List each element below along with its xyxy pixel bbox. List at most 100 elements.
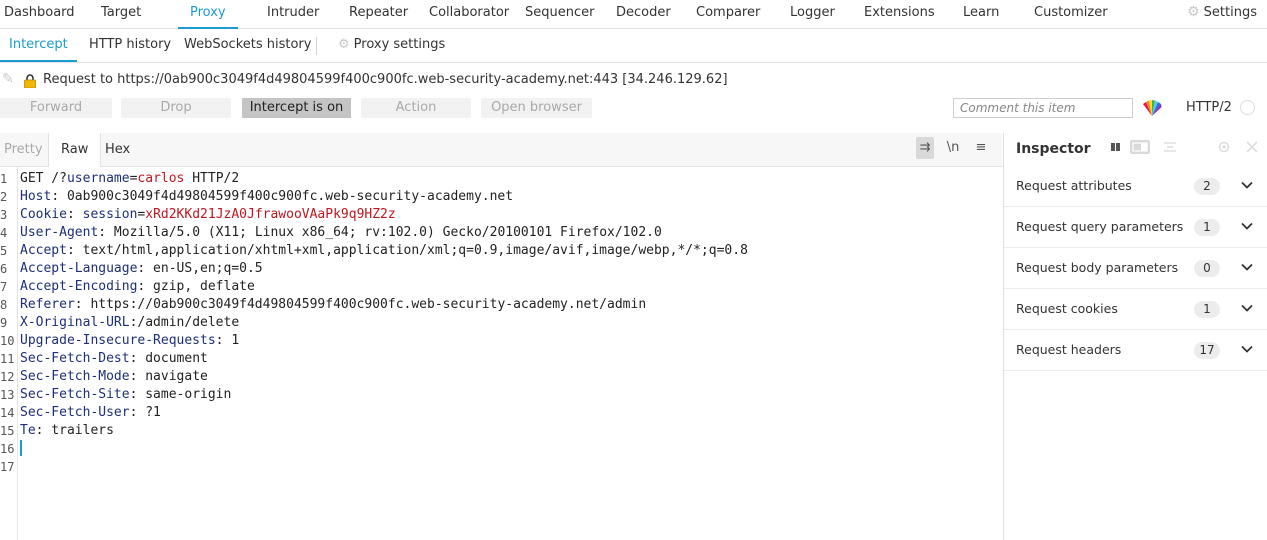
http-method: GET [20,171,44,186]
header-value: en-US,en;q=0.5 [145,261,263,276]
header-line: Sec-Fetch-User: ?1 [20,405,161,420]
chevron-down-icon[interactable] [1240,301,1254,315]
header-value: trailers [43,423,114,438]
action-button[interactable]: Action [361,98,471,118]
align-icon[interactable] [1160,140,1180,154]
inspector-panel: Inspector Request attributes 2 Request q… [1003,133,1267,540]
tab-pretty[interactable]: Pretty [4,133,43,166]
header-line: Host: 0ab900c3049f4d49804599f400c900fc.w… [20,189,514,204]
line-number: 6 [0,262,8,276]
header-value: navigate [137,369,208,384]
inspector-section-query-parameters[interactable]: Request query parameters 1 [1004,207,1267,248]
line-number: 4 [0,226,8,240]
tab-logger[interactable]: Logger [790,0,835,27]
header-name: Cookie [20,207,67,222]
chevron-down-icon[interactable] [1240,342,1254,356]
tab-decoder[interactable]: Decoder [616,0,671,27]
request-line: GET /?username=carlos HTTP/2 [20,170,239,188]
count-badge: 1 [1194,301,1220,318]
layout-columns-icon[interactable] [1108,140,1128,154]
line-number: 2 [0,190,8,204]
inspector-section-headers[interactable]: Request headers 17 [1004,330,1267,371]
tab-repeater[interactable]: Repeater [349,0,408,27]
cookie-name: session [74,207,138,222]
header-line: Sec-Fetch-Site: same-origin [20,387,232,402]
tab-intercept[interactable]: Intercept [0,29,77,62]
header-name: X-Original-URL [20,315,130,330]
show-newlines-toggle[interactable]: \n [944,137,962,159]
query-param-name: username [66,171,130,186]
header-name: Te [20,423,36,438]
tab-intruder[interactable]: Intruder [267,0,319,27]
request-target-info: Request to https://0ab900c3049f4d4980459… [43,72,728,87]
line-number: 13 [0,388,15,402]
intercept-toggle-button[interactable]: Intercept is on [242,98,351,118]
header-name: Sec-Fetch-Mode [20,369,130,384]
proxy-settings-button[interactable]: ⚙ Proxy settings [338,29,445,60]
header-line: Te: trailers [20,423,114,438]
section-label: Request query parameters [1016,219,1184,234]
chevron-down-icon[interactable] [1240,178,1254,192]
drop-button[interactable]: Drop [121,98,231,118]
inspector-section-body-parameters[interactable]: Request body parameters 0 [1004,248,1267,289]
header-name: Accept-Language [20,261,138,276]
line-number: 9 [0,316,8,330]
tab-customizer[interactable]: Customizer [1034,0,1108,27]
help-icon[interactable] [1240,100,1255,115]
count-badge: 17 [1194,342,1220,359]
open-browser-button[interactable]: Open browser [481,98,592,118]
word-wrap-icon[interactable]: ⇉ [916,137,934,159]
line-number: 16 [0,442,15,456]
tab-comparer[interactable]: Comparer [696,0,760,27]
line-number: 17 [0,460,15,474]
tab-dashboard[interactable]: Dashboard [4,0,75,27]
header-value: 1 [223,333,240,348]
comment-input[interactable] [953,98,1133,118]
inspector-section-request-attributes[interactable]: Request attributes 2 [1004,166,1267,207]
http-version-label: HTTP/2 [1186,100,1232,115]
request-editor[interactable]: 1 GET /?username=carlos HTTP/2 2 Host: 0… [0,167,1002,540]
header-line: Sec-Fetch-Dest: document [20,351,208,366]
tab-websockets-history[interactable]: WebSockets history [184,29,311,60]
line-number: 10 [0,334,15,348]
header-name: Sec-Fetch-Site [20,387,130,402]
header-name: Host [20,189,52,204]
inspector-section-cookies[interactable]: Request cookies 1 [1004,289,1267,330]
header-line: Upgrade-Insecure-Requests: 1 [20,333,240,348]
query-param-value: carlos [137,171,185,186]
layout-panel-icon[interactable] [1130,140,1150,154]
tab-raw[interactable]: Raw [48,133,102,167]
header-value: https://0ab900c3049f4d49804599f400c900fc… [82,297,647,312]
line-number: 14 [0,406,15,420]
cookie-value: xRd2KKd21JzA0JfrawooVAaPk9q9HZ2z [145,207,396,222]
lock-icon [24,74,36,88]
header-name: Accept-Encoding [20,279,138,294]
header-name: Referer [20,297,75,312]
line-number: 1 [0,172,8,186]
menu-icon[interactable]: ≡ [972,137,990,159]
tab-sequencer[interactable]: Sequencer [525,0,594,27]
tab-http-history[interactable]: HTTP history [89,29,171,60]
tab-target[interactable]: Target [101,0,141,27]
header-line: Sec-Fetch-Mode: navigate [20,369,208,384]
section-label: Request cookies [1016,301,1118,316]
chevron-down-icon[interactable] [1240,219,1254,233]
settings-button[interactable]: ⚙ Settings [1187,0,1257,25]
section-label: Request attributes [1016,178,1132,193]
gear-icon[interactable] [1214,140,1234,154]
chevron-down-icon[interactable] [1240,260,1254,274]
tab-proxy[interactable]: Proxy [178,0,238,29]
pencil-icon[interactable]: ✎ [2,71,14,87]
forward-button[interactable]: Forward [0,98,112,118]
line-number: 15 [0,424,15,438]
tab-hex[interactable]: Hex [105,133,130,166]
count-badge: 2 [1194,178,1220,195]
tab-learn[interactable]: Learn [963,0,999,27]
settings-label: Settings [1203,5,1257,20]
close-icon[interactable] [1242,140,1262,154]
highlight-color-icon[interactable] [1142,98,1162,118]
header-line: Accept-Language: en-US,en;q=0.5 [20,261,263,276]
header-line: Accept: text/html,application/xhtml+xml,… [20,243,748,258]
tab-extensions[interactable]: Extensions [864,0,935,27]
tab-collaborator[interactable]: Collaborator [429,0,509,27]
